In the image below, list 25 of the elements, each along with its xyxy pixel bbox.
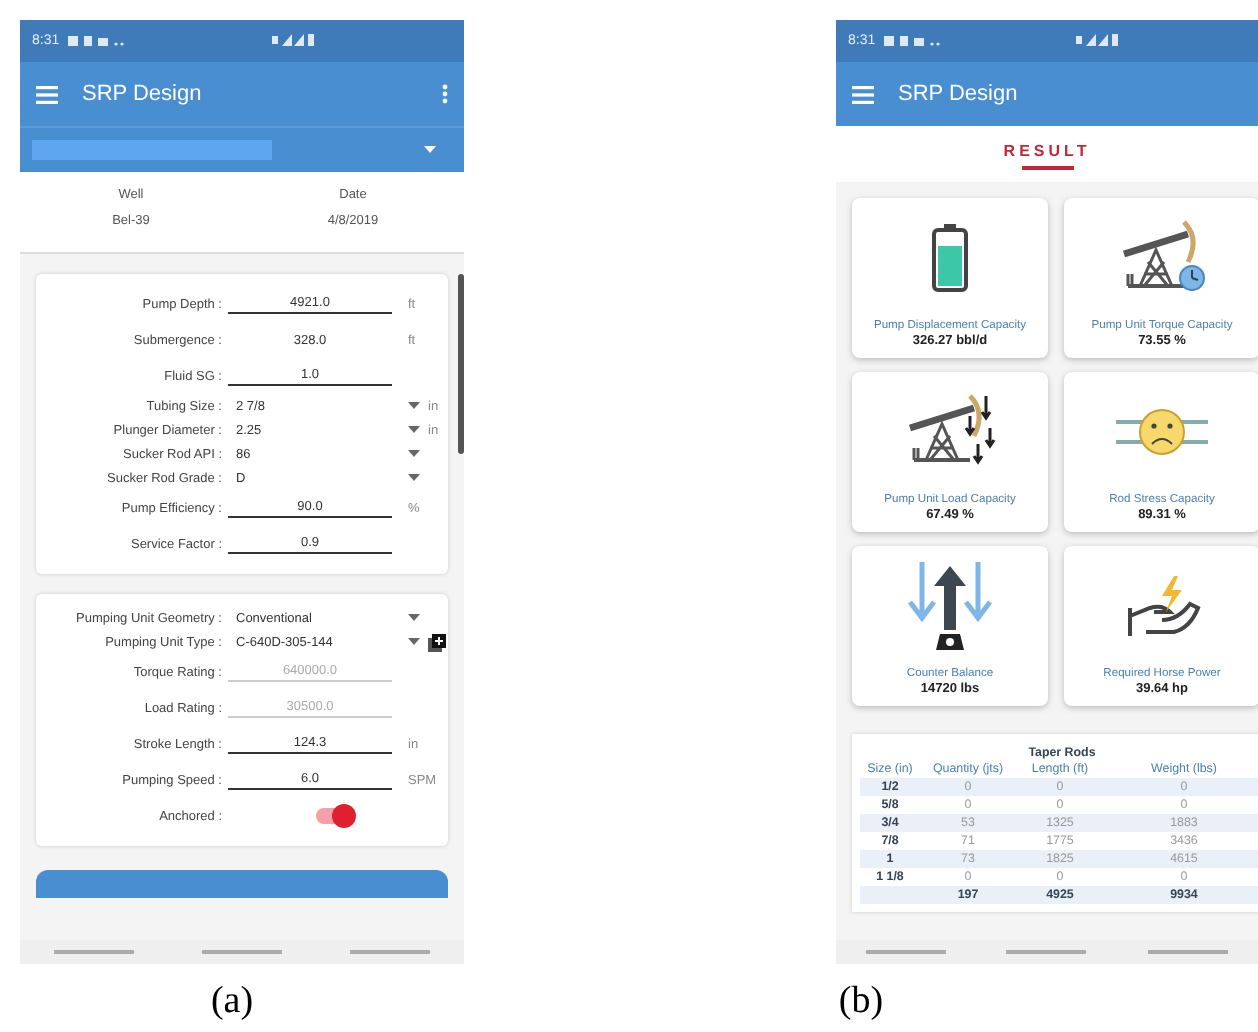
signal-battery-icon bbox=[1076, 33, 1121, 45]
app-title: SRP Design bbox=[82, 82, 202, 106]
more-options-icon[interactable] bbox=[442, 84, 448, 104]
dropdown-caret-icon[interactable] bbox=[408, 474, 420, 482]
section-title: RESULT bbox=[1003, 142, 1091, 160]
toggle-switch[interactable] bbox=[316, 808, 352, 824]
status-icons-drawing bbox=[883, 35, 944, 47]
dropdown-caret-icon[interactable] bbox=[408, 614, 420, 622]
signal-battery-icon bbox=[271, 33, 316, 45]
add-icon[interactable] bbox=[428, 633, 446, 651]
counterweight-arrows-icon bbox=[906, 558, 994, 654]
dropdown-caret-icon[interactable] bbox=[408, 402, 420, 410]
hand-lightning-icon bbox=[1122, 572, 1202, 640]
dropdown-caret-icon[interactable] bbox=[424, 146, 436, 154]
menu-icon[interactable] bbox=[36, 85, 58, 103]
status-icons-drawing bbox=[67, 35, 128, 47]
dropdown-caret-icon[interactable] bbox=[408, 638, 420, 646]
figure-caption: (a) bbox=[210, 980, 254, 1024]
figure-caption: (b) bbox=[838, 980, 884, 1024]
dropdown-caret-icon[interactable] bbox=[408, 450, 420, 458]
battery-icon bbox=[930, 222, 970, 294]
menu-icon[interactable] bbox=[852, 85, 874, 103]
scrollbar[interactable] bbox=[458, 274, 464, 454]
dropdown-caret-icon[interactable] bbox=[408, 426, 420, 434]
app-title: SRP Design bbox=[898, 82, 1018, 106]
